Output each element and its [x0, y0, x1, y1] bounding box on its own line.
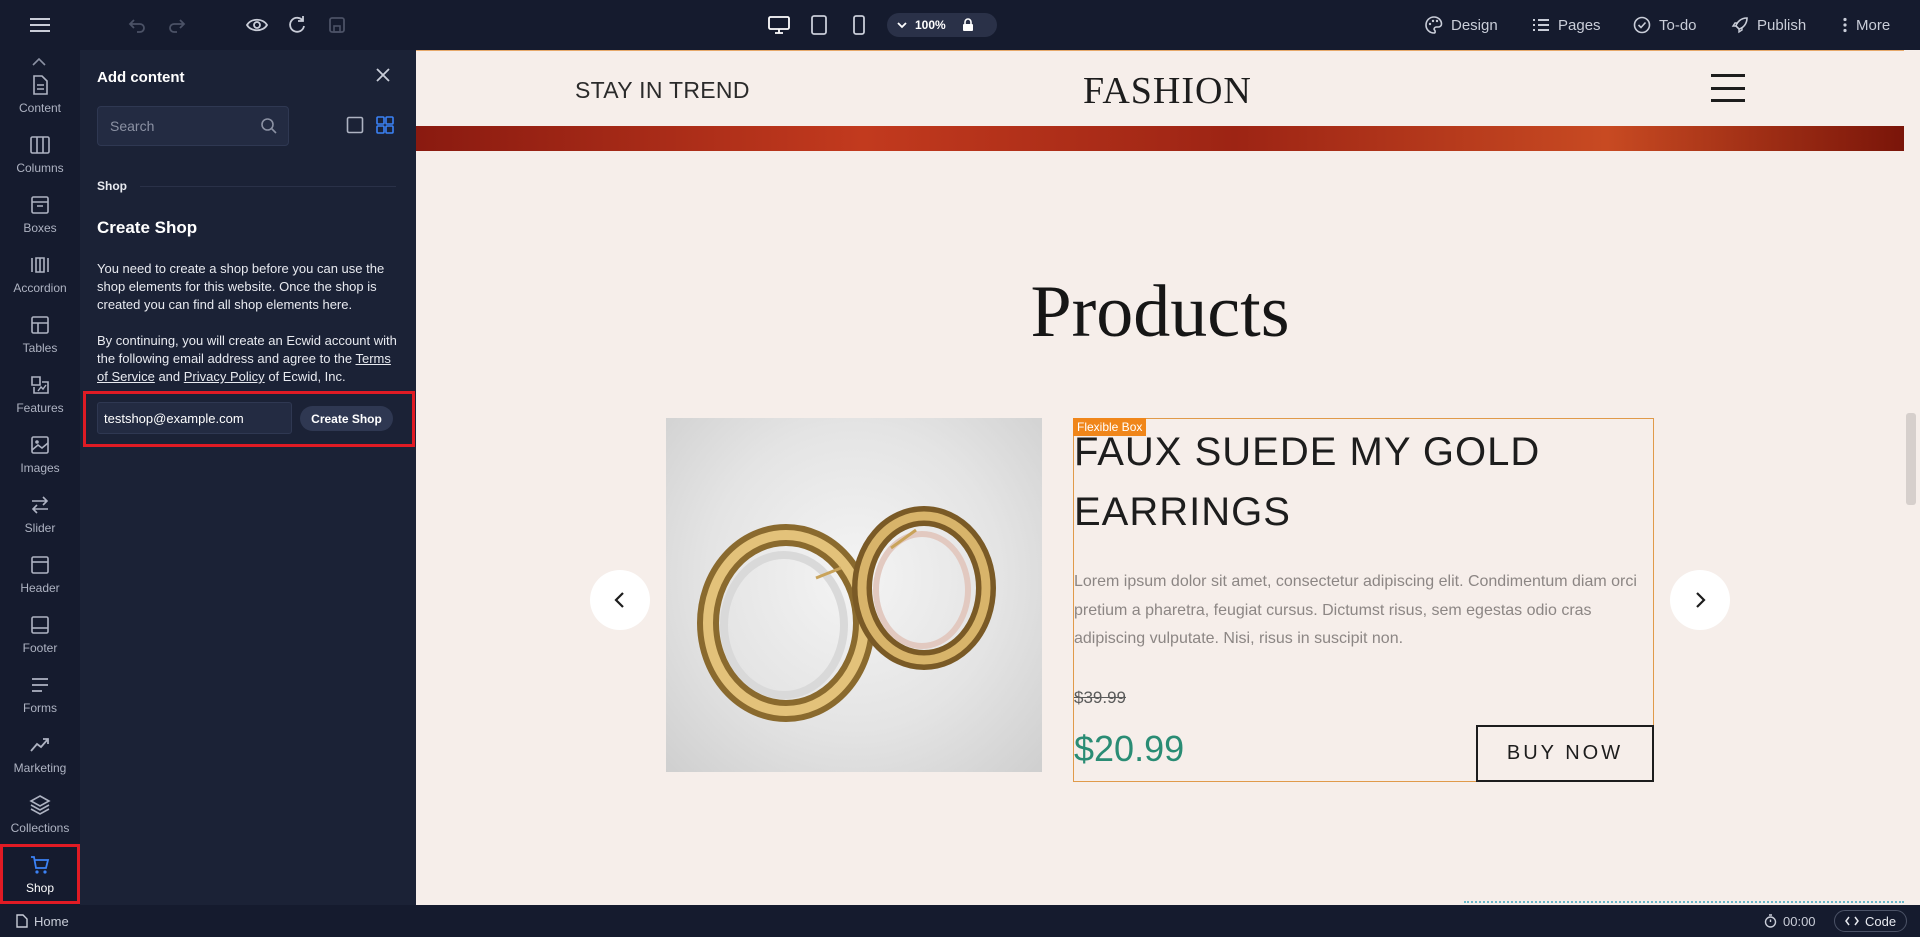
cart-icon: [31, 855, 50, 874]
section-boundary-guide: [1464, 901, 1904, 903]
check-circle-icon: [1633, 16, 1651, 34]
search-input[interactable]: [110, 118, 250, 134]
product-image-earrings[interactable]: [666, 418, 1042, 772]
box-icon: [31, 195, 49, 214]
products-heading: Products: [1030, 271, 1290, 353]
single-view-icon[interactable]: [346, 116, 364, 137]
create-shop-intro: You need to create a shop before you can…: [97, 261, 385, 312]
site-header[interactable]: STAY IN TREND FASHION: [416, 50, 1904, 126]
carousel-prev-button[interactable]: [590, 570, 650, 630]
product-price: $20.99: [1074, 728, 1185, 769]
chevron-right-icon: [1696, 592, 1706, 608]
site-tagline: STAY IN TREND: [575, 77, 750, 103]
zoom-control[interactable]: 100%: [887, 13, 997, 37]
status-bar: Home 00:00 Code: [0, 905, 1920, 937]
more-vertical-icon: [1843, 17, 1847, 33]
pages-menu-button[interactable]: Pages: [1532, 0, 1601, 50]
section-label-shop: Shop: [97, 179, 127, 193]
rail-item-images[interactable]: Images: [0, 424, 80, 484]
refresh-icon[interactable]: [285, 13, 309, 37]
more-menu-button[interactable]: More: [1842, 0, 1890, 50]
palette-icon: [1425, 16, 1443, 34]
product-old-price: $39.99: [1074, 688, 1126, 707]
footer-icon: [31, 615, 49, 634]
features-icon: [31, 375, 49, 394]
rail-item-accordion[interactable]: Accordion: [0, 244, 80, 304]
redo-icon[interactable]: [165, 13, 189, 37]
rail-item-marketing[interactable]: Marketing: [0, 724, 80, 784]
panel-title: Add content: [97, 69, 185, 86]
site-logo: FASHION: [1083, 70, 1252, 112]
privacy-policy-link[interactable]: Privacy Policy: [184, 369, 265, 384]
search-box: [97, 106, 289, 146]
timer-icon: [1764, 914, 1777, 928]
lock-icon[interactable]: [962, 18, 974, 32]
design-menu-button[interactable]: Design: [1425, 0, 1498, 50]
todo-menu-button[interactable]: To-do: [1633, 0, 1697, 50]
page-icon: [16, 914, 28, 928]
chevron-left-icon: [614, 592, 624, 608]
rail-item-collections[interactable]: Collections: [0, 784, 80, 844]
slider-icon: [31, 495, 49, 514]
forms-icon: [32, 677, 48, 692]
product-title[interactable]: FAUX SUEDE MY GOLD EARRINGS: [1074, 422, 1634, 542]
code-button[interactable]: Code: [1834, 910, 1908, 932]
chevron-down-icon: [897, 22, 907, 29]
tablet-view-icon[interactable]: [807, 13, 831, 37]
rail-item-header[interactable]: Header: [0, 544, 80, 604]
rail-item-features[interactable]: Features: [0, 364, 80, 424]
product-description[interactable]: Lorem ipsum dolor sit amet, consectetur …: [1074, 568, 1654, 654]
hamburger-menu-icon[interactable]: [28, 13, 52, 37]
rail-item-columns[interactable]: Columns: [0, 124, 80, 184]
rail-item-boxes[interactable]: Boxes: [0, 184, 80, 244]
rocket-icon: [1731, 17, 1748, 34]
marketing-icon: [30, 737, 49, 752]
add-content-panel: Add content Shop Create Shop You need to…: [80, 50, 493, 905]
desktop-view-icon[interactable]: [767, 13, 791, 37]
rail-item-slider[interactable]: Slider: [0, 484, 80, 544]
rail-item-footer[interactable]: Footer: [0, 604, 80, 664]
document-icon: [33, 74, 48, 95]
publish-button[interactable]: Publish: [1731, 0, 1806, 50]
grid-view-icon[interactable]: [376, 116, 394, 137]
collections-icon: [29, 794, 51, 815]
rail-item-tables[interactable]: Tables: [0, 304, 80, 364]
zoom-level: 100%: [915, 18, 946, 32]
rail-item-forms[interactable]: Forms: [0, 664, 80, 724]
code-icon: [1845, 916, 1859, 926]
save-icon[interactable]: [325, 13, 349, 37]
search-icon[interactable]: [260, 117, 278, 138]
image-icon: [31, 435, 49, 454]
columns-icon: [30, 135, 50, 154]
rail-item-shop[interactable]: Shop: [0, 844, 80, 904]
create-shop-button[interactable]: Create Shop: [300, 406, 393, 431]
accordion-icon: [31, 256, 49, 273]
create-shop-consent: By continuing, you will create an Ecwid …: [97, 333, 397, 384]
list-icon: [1533, 19, 1549, 31]
session-timer: 00:00: [1764, 905, 1816, 937]
mobile-view-icon[interactable]: [847, 13, 871, 37]
carousel-next-button[interactable]: [1670, 570, 1730, 630]
create-shop-heading: Create Shop: [97, 218, 198, 237]
preview-eye-icon[interactable]: [245, 13, 269, 37]
close-icon[interactable]: [376, 68, 390, 85]
top-toolbar: 100% Design Pages To-do Publish More: [0, 0, 1920, 50]
undo-icon[interactable]: [125, 13, 149, 37]
website-preview-canvas: STAY IN TREND FASHION Products Flexible …: [416, 50, 1920, 905]
current-page-breadcrumb[interactable]: Home: [16, 905, 69, 937]
header-icon: [31, 555, 49, 574]
element-category-rail: Content Columns Boxes Accordion Tables F…: [0, 50, 80, 905]
rail-item-content[interactable]: Content: [0, 64, 80, 124]
table-icon: [31, 315, 49, 334]
hero-banner-image: [416, 126, 1904, 151]
section-divider: [140, 186, 396, 187]
canvas-scrollbar[interactable]: [1906, 413, 1916, 505]
site-menu-icon[interactable]: [1711, 74, 1745, 102]
email-field[interactable]: [97, 402, 292, 434]
buy-now-button[interactable]: BUY NOW: [1476, 725, 1654, 782]
